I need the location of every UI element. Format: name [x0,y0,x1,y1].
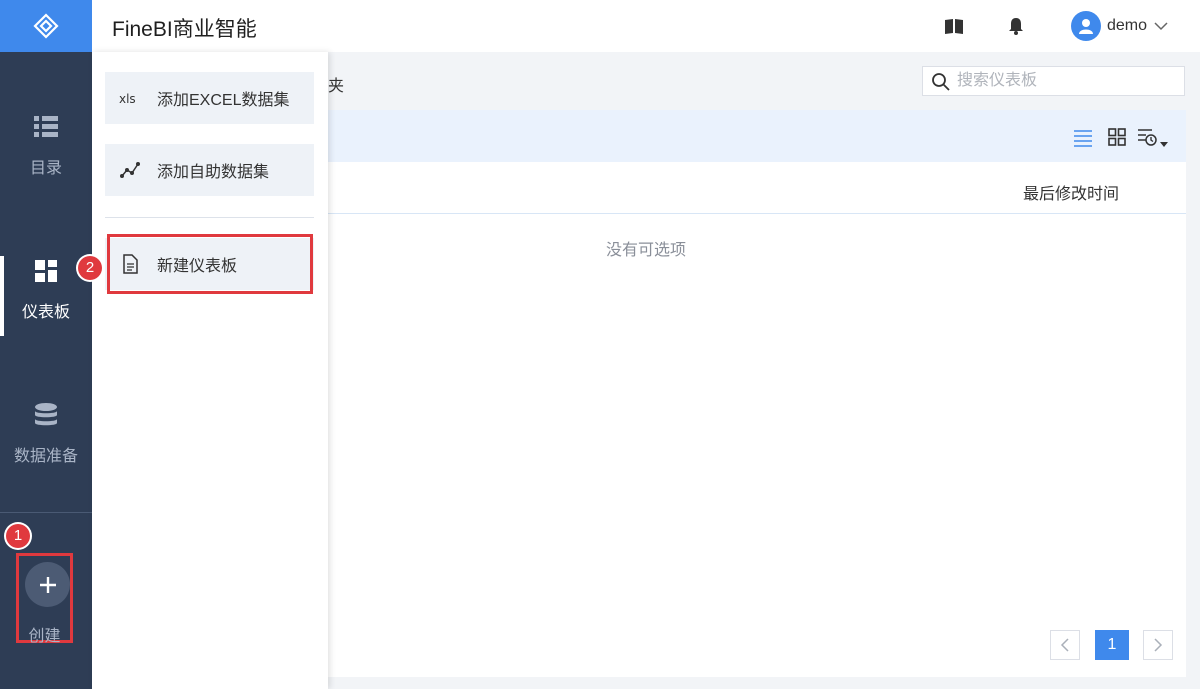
list-view-icon[interactable] [1072,126,1094,148]
menu-item-add-self-service-dataset[interactable]: 添加自助数据集 [105,144,314,196]
top-bar: FineBI商业智能 demo [92,0,1200,52]
plus-icon [39,576,56,593]
sidebar-divider [0,512,92,513]
sort-time-icon[interactable] [1136,126,1170,148]
menu-item-add-excel-dataset[interactable]: xls 添加EXCEL数据集 [105,72,314,124]
username[interactable]: demo [1107,17,1147,35]
page-number-current[interactable]: 1 [1095,630,1129,660]
sidebar-item-label: 目录 [29,160,62,177]
search-icon [932,73,950,91]
empty-state-text: 没有可选项 [605,242,686,259]
list-toolbar [328,110,1186,162]
table-header: 最后修改时间 [328,162,1186,214]
sidebar-item-label: 仪表板 [21,304,70,321]
create-button[interactable]: 创建 [16,553,73,645]
step-1-badge: 1 [6,524,30,548]
dashboard-icon [35,260,57,282]
chevron-down-icon[interactable] [1153,18,1169,34]
prev-page-button[interactable] [1050,630,1080,660]
chevron-left-icon [1060,638,1069,652]
dashboard-list-panel: 最后修改时间 没有可选项 [328,110,1186,677]
app-title: FineBI商业智能 [112,18,257,41]
sidebar: 目录 仪表板 数据准备 创建 [0,0,92,689]
create-menu: xls 添加EXCEL数据集 添加自助数据集 新建仪表板 [92,52,328,689]
column-last-modified[interactable]: 最后修改时间 [1023,180,1119,204]
svg-text:xls: xls [119,92,136,106]
grid-view-icon[interactable] [1106,126,1128,148]
highlight-box [107,234,313,294]
sidebar-item-catalog[interactable]: 目录 [0,112,92,178]
avatar[interactable] [1071,11,1101,41]
database-icon [35,403,57,426]
user-icon [1079,19,1093,34]
finebi-logo-icon [33,13,59,39]
sidebar-item-label: 数据准备 [13,448,78,465]
logo[interactable] [0,0,92,52]
sidebar-item-data-prep[interactable]: 数据准备 [0,400,92,466]
breadcrumb[interactable]: 夹 [328,72,344,96]
chevron-right-icon [1154,638,1163,652]
search-input[interactable] [957,69,1177,93]
search-box[interactable] [922,66,1185,96]
xls-icon: xls [119,92,136,106]
menu-item-label: 添加自助数据集 [157,164,270,181]
list-icon [34,116,58,137]
create-label: 创建 [28,628,61,645]
self-service-dataset-icon [120,162,140,178]
menu-item-label: 添加EXCEL数据集 [157,92,290,109]
main-content: 夹 最后修改时间 [328,52,1200,689]
step-2-badge: 2 [78,256,102,280]
book-icon[interactable] [943,15,965,37]
next-page-button[interactable] [1143,630,1173,660]
bell-icon[interactable] [1005,15,1027,37]
create-circle[interactable] [25,562,70,607]
menu-divider [105,217,314,218]
